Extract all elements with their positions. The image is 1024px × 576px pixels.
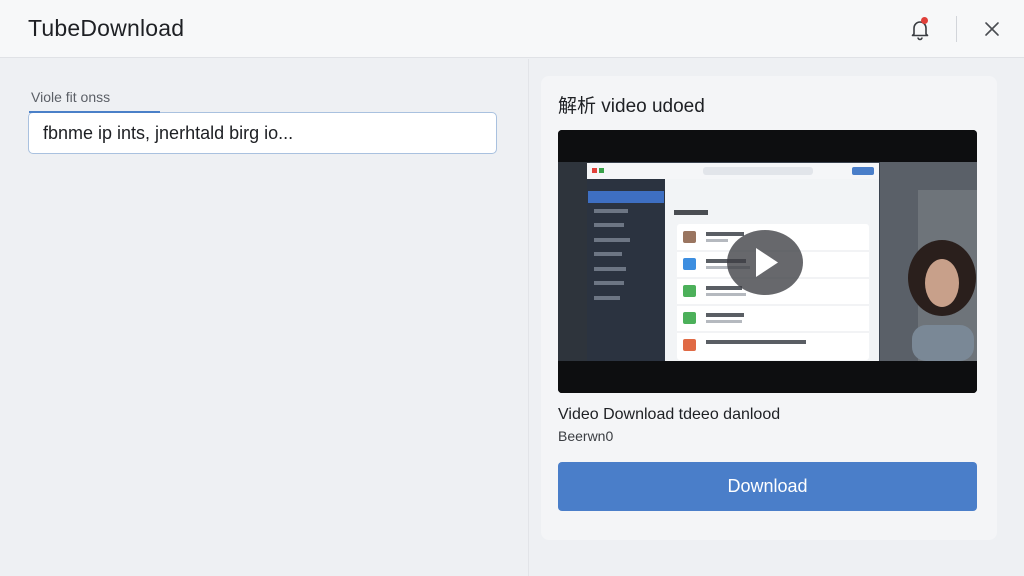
input-focus-accent [29,111,160,113]
url-input[interactable] [28,112,497,154]
video-title: Video Download tdeeo danlood [558,406,781,423]
notification-dot [921,17,928,24]
video-subtitle: Beerwn0 [558,428,614,444]
app-title: TubeDownload [28,15,185,41]
play-button[interactable] [727,230,803,295]
bell-icon[interactable] [908,17,932,41]
play-icon [756,248,778,277]
close-icon[interactable] [981,18,1003,40]
header-divider [956,16,957,42]
preview-title: 解析 video udoed [558,96,705,117]
download-button[interactable]: Download [558,462,977,511]
title-bar: TubeDownload [0,0,1024,58]
url-field-label: Viole fit onss [31,89,111,105]
